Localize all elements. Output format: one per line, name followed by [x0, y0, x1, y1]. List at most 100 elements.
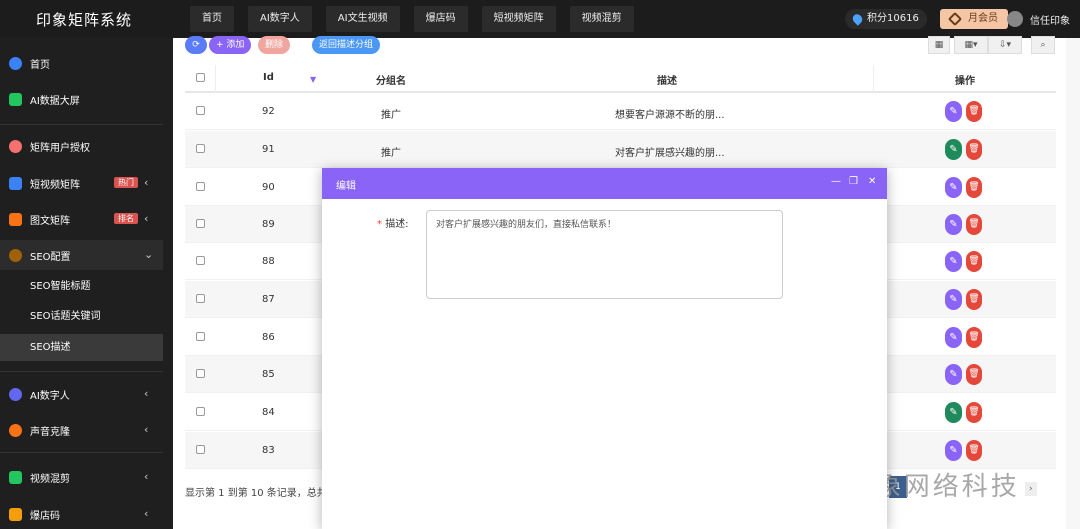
close-icon[interactable]: ✕ [868, 176, 876, 187]
next-page-button[interactable]: › [1025, 482, 1037, 496]
edit-button[interactable]: ✎ [945, 289, 962, 310]
vip-button[interactable]: 月会员 [940, 9, 1008, 29]
edit-button[interactable]: ✎ [945, 440, 962, 461]
sidebar-item-shop-code[interactable]: 爆店码 ‹ [0, 499, 163, 529]
sidebar-divider [0, 124, 163, 125]
back-to-groups-button[interactable]: 返回描述分组 [312, 36, 381, 54]
points-badge[interactable]: 积分10616 [845, 9, 927, 29]
refresh-icon: ⟳ [192, 40, 200, 50]
delete-row-button[interactable]: 🗑 [966, 251, 982, 272]
pencil-icon: ✎ [949, 144, 958, 155]
row-checkbox[interactable] [196, 256, 205, 265]
edit-button[interactable]: ✎ [945, 177, 962, 198]
sidebar-sub-seo-desc[interactable]: SEO描述 [0, 334, 163, 361]
search-button[interactable]: ⌕ [1031, 36, 1055, 54]
delete-row-button[interactable]: 🗑 [966, 289, 982, 310]
trash-icon: 🗑 [968, 219, 980, 229]
username[interactable]: 信任印象 [1030, 12, 1070, 27]
sidebar-sub-seo-keywords[interactable]: SEO话题关键词 [0, 303, 163, 330]
row-checkbox[interactable] [196, 332, 205, 341]
header-id[interactable]: Id [263, 72, 274, 83]
edit-button[interactable]: ✎ [945, 364, 962, 385]
trash-icon: 🗑 [968, 369, 980, 379]
sidebar-item-label: SEO配置 [30, 251, 71, 263]
delete-row-button[interactable]: 🗑 [966, 402, 982, 423]
hot-badge: 热门 [114, 177, 138, 188]
row-checkbox[interactable] [196, 294, 205, 303]
avatar[interactable] [1007, 11, 1023, 27]
sidebar-item-label: 首页 [30, 59, 50, 71]
sidebar-item-image-text[interactable]: 图文矩阵 排名 ‹ [0, 204, 163, 234]
edit-button[interactable]: ✎ [945, 327, 962, 348]
sidebar-item-home[interactable]: 首页 [0, 48, 163, 78]
minimize-icon[interactable]: — [831, 176, 841, 187]
chevron-left-icon: ‹ [144, 212, 149, 225]
row-id: 90 [262, 182, 275, 193]
row-checkbox[interactable] [196, 106, 205, 115]
desc-textarea[interactable]: 对客户扩展感兴趣的朋友们，直接私信联系！ [426, 210, 783, 299]
edit-button[interactable]: ✎ [945, 251, 962, 272]
delete-row-button[interactable]: 🗑 [966, 139, 982, 160]
edit-button[interactable]: ✎ [945, 214, 962, 235]
desc-label: * 描述: [377, 215, 409, 230]
search-icon: ⌕ [1040, 40, 1046, 50]
pencil-icon: ✎ [949, 219, 958, 230]
row-checkbox[interactable] [196, 182, 205, 191]
edit-button[interactable]: ✎ [945, 101, 962, 122]
edit-button[interactable]: ✎ [945, 402, 962, 423]
nav-video-mix[interactable]: 视频混剪 [569, 6, 634, 32]
required-icon: * [377, 219, 382, 230]
sort-desc-icon[interactable]: ▼ [310, 75, 316, 84]
points-text: 积分10616 [867, 13, 919, 24]
row-checkbox[interactable] [196, 407, 205, 416]
row-desc: 对客户扩展感兴趣的朋... [615, 148, 725, 159]
pencil-icon: ✎ [949, 294, 958, 305]
refresh-button[interactable]: ⟳ [185, 36, 207, 54]
column-divider [873, 65, 874, 93]
header-desc[interactable]: 描述 [657, 72, 677, 87]
maximize-icon[interactable]: ❐ [849, 176, 858, 187]
grid-icon: ▦▾ [964, 40, 978, 50]
delete-row-button[interactable]: 🗑 [966, 327, 982, 348]
nav-short-video-matrix[interactable]: 短视频矩阵 [481, 6, 556, 32]
export-button[interactable]: ⇩▾ [988, 36, 1022, 54]
sidebar-sub-seo-title[interactable]: SEO智能标题 [0, 273, 163, 300]
nav-shop-code[interactable]: 爆店码 [413, 6, 468, 32]
chevron-left-icon: ‹ [144, 507, 149, 520]
sidebar-item-ai-human[interactable]: AI数字人 ‹ [0, 379, 163, 409]
add-button[interactable]: + 添加 [209, 36, 252, 54]
delete-row-button[interactable]: 🗑 [966, 364, 982, 385]
row-checkbox[interactable] [196, 219, 205, 228]
delete-button[interactable]: 删除 [258, 36, 291, 54]
monitor-icon [9, 92, 22, 106]
delete-row-button[interactable]: 🗑 [966, 177, 982, 198]
select-all-checkbox[interactable] [196, 73, 205, 82]
delete-row-button[interactable]: 🗑 [966, 214, 982, 235]
nav-home[interactable]: 首页 [190, 6, 234, 32]
row-checkbox[interactable] [196, 445, 205, 454]
sidebar-item-voice-clone[interactable]: 声音克隆 ‹ [0, 415, 163, 445]
edit-button[interactable]: ✎ [945, 139, 962, 160]
sidebar-item-short-video[interactable]: 短视频矩阵 热门 ‹ [0, 168, 163, 198]
nav-ai-text-video[interactable]: AI文生视频 [325, 6, 400, 32]
row-id: 89 [262, 219, 275, 230]
row-checkbox[interactable] [196, 369, 205, 378]
header-group[interactable]: 分组名 [376, 72, 406, 87]
toggle-view-button[interactable]: ▦ [928, 36, 950, 54]
table-row[interactable]: 92 推广 想要客户源源不断的朋... ✎ 🗑 [185, 93, 1056, 130]
top-nav: 首页 AI数字人 AI文生视频 爆店码 短视频矩阵 视频混剪 [190, 6, 634, 32]
pencil-icon: ✎ [949, 445, 958, 456]
sidebar-item-user-auth[interactable]: 矩阵用户授权 [0, 131, 163, 161]
sidebar-item-ai-dashboard[interactable]: AI数据大屏 [0, 84, 163, 114]
columns-button[interactable]: ▦▾ [954, 36, 988, 54]
nav-ai-digital-human[interactable]: AI数字人 [248, 6, 312, 32]
sidebar-item-seo[interactable]: SEO配置 ⌄ [0, 240, 163, 270]
table-row[interactable]: 91 推广 对客户扩展感兴趣的朋... ✎ 🗑 [185, 131, 1056, 168]
row-checkbox[interactable] [196, 144, 205, 153]
trash-icon: 🗑 [968, 445, 980, 455]
delete-row-button[interactable]: 🗑 [966, 101, 982, 122]
delete-row-button[interactable]: 🗑 [966, 440, 982, 461]
modal-title: 编辑 [336, 181, 356, 192]
sidebar-item-video-mix[interactable]: 视频混剪 ‹ [0, 462, 163, 492]
trash-icon: 🗑 [968, 256, 980, 266]
